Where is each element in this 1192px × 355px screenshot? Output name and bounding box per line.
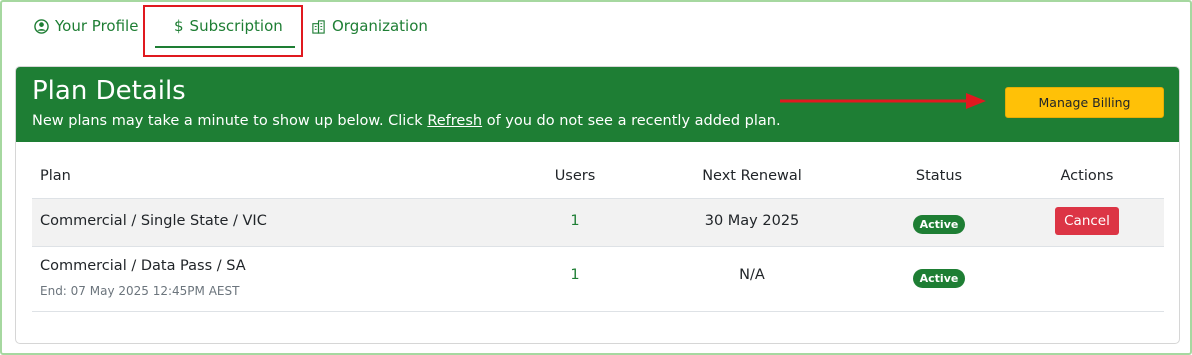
manage-billing-button[interactable]: Manage Billing: [1005, 87, 1164, 118]
plan-name: Commercial / Single State / VIC: [40, 213, 267, 229]
refresh-link[interactable]: Refresh: [427, 113, 482, 129]
header-plan: Plan: [40, 168, 71, 184]
header-users: Users: [554, 168, 596, 184]
header-status: Status: [915, 168, 963, 184]
status-badge: Active: [912, 269, 966, 288]
plans-table: Plan Users Next Renewal Status Actions C…: [32, 158, 1164, 312]
users-count: 1: [570, 213, 580, 229]
table-header-row: Plan Users Next Renewal Status Actions: [32, 158, 1164, 199]
card-title: Plan Details: [32, 76, 186, 106]
annotation-highlight-box: [143, 5, 303, 57]
plan-name: Commercial / Data Pass / SA: [40, 258, 246, 274]
status-cell: Active: [879, 269, 999, 288]
plan-details-card: Plan Details New plans may take a minute…: [15, 66, 1180, 344]
actions-cell: Cancel: [1027, 207, 1147, 235]
header-next-renewal: Next Renewal: [702, 168, 802, 184]
tab-label: Organization: [332, 17, 428, 35]
plan-end-date: End: 07 May 2025 12:45PM AEST: [40, 284, 240, 298]
header-actions: Actions: [1060, 168, 1114, 184]
tab-label: Your Profile: [55, 17, 139, 35]
status-cell: Active: [879, 215, 999, 234]
card-subtitle: New plans may take a minute to show up b…: [32, 111, 781, 131]
users-count: 1: [570, 267, 580, 283]
cancel-button[interactable]: Cancel: [1055, 207, 1119, 235]
subtitle-text-end: of you do not see a recently added plan.: [482, 113, 781, 129]
table-row: Commercial / Data Pass / SA End: 07 May …: [32, 247, 1164, 312]
status-badge: Active: [912, 215, 966, 234]
annotation-arrow-icon: [780, 93, 986, 109]
tab-organization[interactable]: Organization: [311, 14, 428, 38]
subtitle-text: New plans may take a minute to show up b…: [32, 113, 428, 129]
table-row: Commercial / Single State / VIC 1 30 May…: [32, 199, 1164, 247]
card-header: Plan Details New plans may take a minute…: [16, 67, 1179, 142]
building-icon: [311, 19, 326, 34]
tab-your-profile[interactable]: Your Profile: [34, 14, 138, 38]
next-renewal-date: N/A: [739, 267, 765, 283]
next-renewal-date: 30 May 2025: [704, 213, 800, 229]
user-circle-icon: [34, 18, 49, 34]
